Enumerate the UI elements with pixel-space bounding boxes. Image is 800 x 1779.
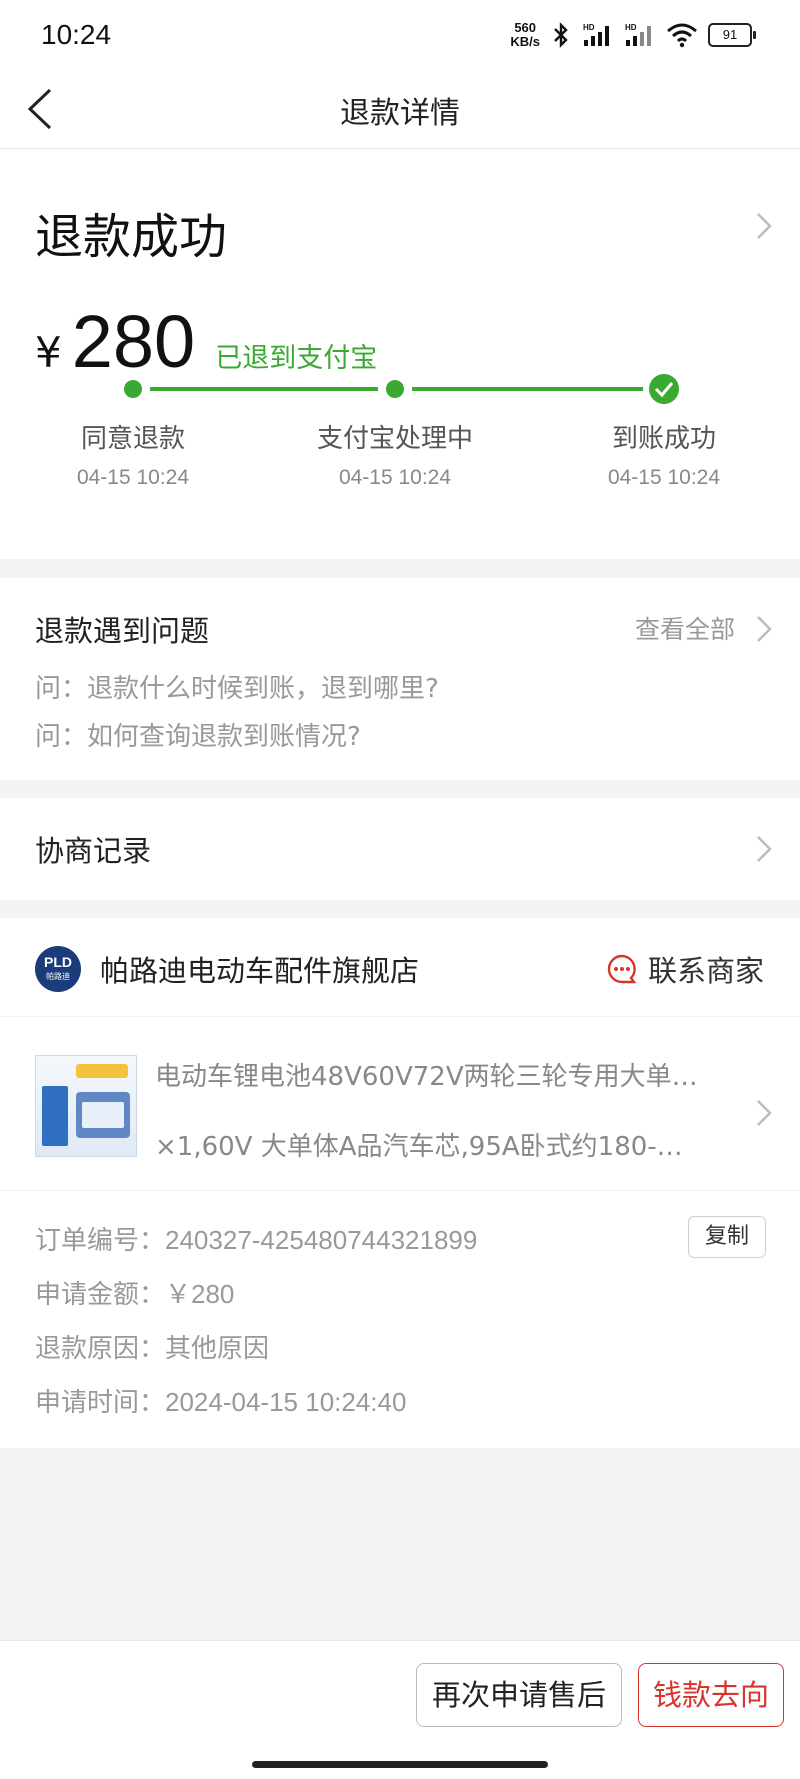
- order-number-row: 订单编号：240327-425480744321899: [35, 1225, 478, 1256]
- step-label-agree: 同意退款: [80, 424, 185, 454]
- step-time-processing: 04-15 10:24: [338, 466, 452, 489]
- money-destination-button[interactable]: 钱款去向: [638, 1663, 784, 1727]
- product-thumbnail[interactable]: [35, 1055, 137, 1157]
- refund-status-card[interactable]: 退款成功 ¥ 280 已退到支付宝 同意退款 支付宝处理中 到账成功 04-15…: [0, 149, 800, 559]
- apply-amount-row: 申请金额：￥280: [35, 1279, 235, 1310]
- faq-item-1[interactable]: 问：退款什么时候到账，退到哪里?: [35, 668, 439, 705]
- copy-button[interactable]: 复制: [688, 1216, 766, 1258]
- bluetooth-icon: [554, 22, 568, 48]
- bottom-action-bar: 再次申请售后 钱款去向: [0, 1640, 800, 1779]
- apply-time-row: 申请时间：2024-04-15 10:24:40: [35, 1387, 407, 1418]
- net-speed: 560 KB/s: [510, 20, 540, 49]
- nav-bar: 退款详情: [0, 70, 800, 149]
- store-order-card: PLD 帕路迪 帕路迪电动车配件旗舰店 联系商家 电动车锂电池48V60V72V…: [0, 918, 800, 1448]
- wifi-icon: [667, 23, 697, 48]
- step-time-success: 04-15 10:24: [607, 466, 721, 489]
- step-time-agree: 04-15 10:24: [76, 466, 190, 489]
- progress-track: [124, 374, 679, 404]
- refund-status-title: 退款成功: [35, 209, 228, 265]
- svg-text:HD: HD: [583, 23, 595, 32]
- chevron-right-icon[interactable]: [755, 1098, 773, 1128]
- negotiation-title: 协商记录: [35, 834, 152, 868]
- page-title: 退款详情: [340, 96, 460, 131]
- chevron-right-icon[interactable]: [755, 614, 773, 644]
- divider: [0, 1190, 800, 1191]
- apply-amount: ￥280: [165, 1279, 235, 1309]
- product-title[interactable]: 电动车锂电池48V60V72V两轮三轮专用大单…: [155, 1056, 730, 1093]
- divider: [0, 1016, 800, 1017]
- store-logo[interactable]: PLD 帕路迪: [35, 946, 81, 992]
- progress-dot-1: [124, 380, 142, 398]
- apply-time: 2024-04-15 10:24:40: [165, 1387, 407, 1417]
- faq-item-2[interactable]: 问：如何查询退款到账情况?: [35, 716, 361, 753]
- check-circle-icon: [649, 374, 679, 404]
- cellular-signal-icon: HD: [583, 23, 609, 46]
- home-indicator[interactable]: [252, 1761, 548, 1768]
- problems-title: 退款遇到问题: [35, 614, 210, 648]
- apply-again-button[interactable]: 再次申请售后: [416, 1663, 622, 1727]
- refund-reason: 其他原因: [165, 1334, 270, 1364]
- order-number: 240327-425480744321899: [165, 1225, 478, 1255]
- refund-progress: 同意退款 支付宝处理中 到账成功 04-15 10:24 04-15 10:24…: [0, 364, 800, 494]
- step-label-success: 到账成功: [611, 424, 716, 454]
- contact-merchant-button[interactable]: 联系商家: [606, 948, 764, 990]
- svg-text:HD: HD: [625, 23, 637, 32]
- chevron-right-icon: [757, 836, 772, 862]
- refund-reason-row: 退款原因：其他原因: [35, 1334, 270, 1364]
- negotiation-record-row[interactable]: 协商记录: [0, 798, 800, 900]
- cellular-signal-2-icon: HD: [625, 23, 651, 46]
- progress-dot-2: [386, 380, 404, 398]
- see-all-link[interactable]: 查看全部: [635, 610, 735, 646]
- battery-icon: 91: [708, 23, 756, 47]
- store-name[interactable]: 帕路迪电动车配件旗舰店: [100, 948, 419, 990]
- status-time: 10:24: [41, 19, 112, 50]
- chevron-right-icon: [757, 213, 772, 239]
- chat-bubble-icon: [607, 954, 637, 984]
- screen: 10:24 560 KB/s HD HD 91 退款详情 退款成功 ¥ 280 …: [0, 0, 800, 1779]
- status-bar: 10:24 560 KB/s HD HD 91: [0, 0, 800, 70]
- step-label-processing: 支付宝处理中: [316, 424, 473, 454]
- product-sku: ×1,60V 大单体A品汽车芯,95A卧式约180-…: [155, 1132, 683, 1162]
- status-icons: 560 KB/s HD HD 91: [510, 20, 756, 49]
- refund-problems-card: 退款遇到问题 查看全部 问：退款什么时候到账，退到哪里? 问：如何查询退款到账情…: [0, 578, 800, 780]
